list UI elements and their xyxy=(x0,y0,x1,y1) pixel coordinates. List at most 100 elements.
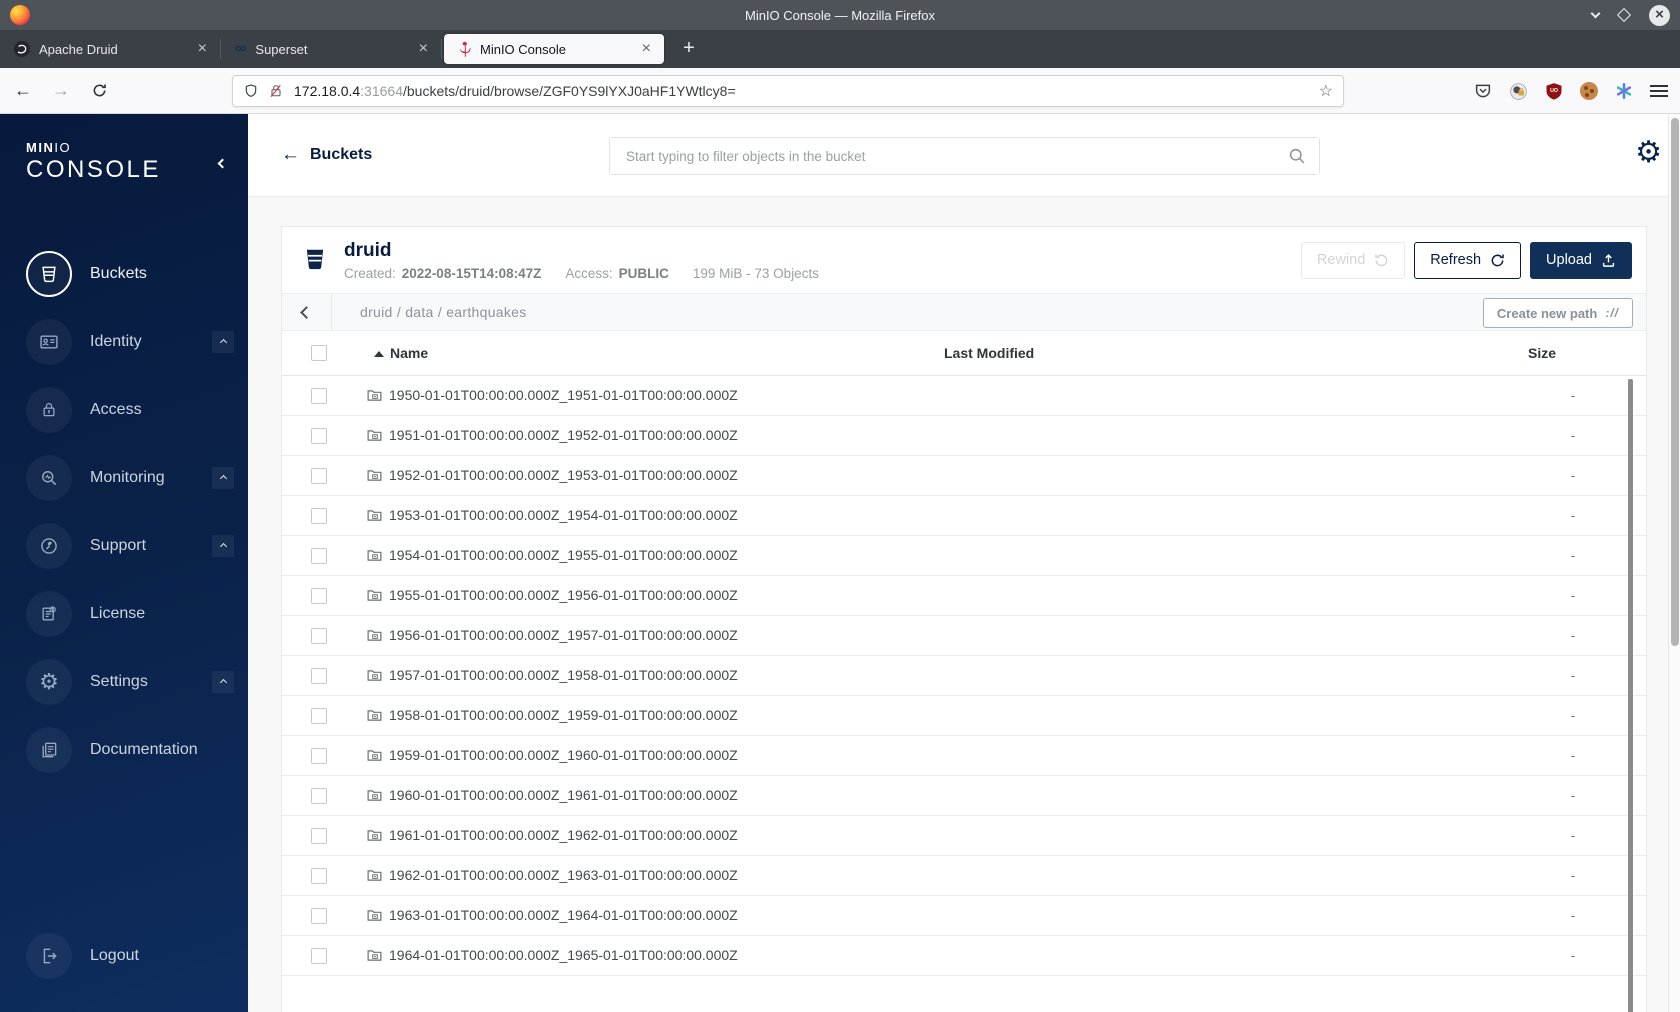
back-to-buckets-link[interactable]: ← Buckets xyxy=(281,144,372,166)
table-scrollbar[interactable] xyxy=(1628,379,1633,1012)
row-checkbox[interactable] xyxy=(311,627,327,644)
forward-button[interactable]: → xyxy=(46,76,76,106)
sidebar-item-settings[interactable]: ⚙ Settings xyxy=(0,648,248,716)
table-row[interactable]: 1950-01-01T00:00:00.000Z_1951-01-01T00:0… xyxy=(282,376,1646,416)
table-row[interactable]: 1958-01-01T00:00:00.000Z_1959-01-01T00:0… xyxy=(282,696,1646,736)
breadcrumb[interactable]: druid / data / earthquakes xyxy=(360,304,527,320)
row-checkbox[interactable] xyxy=(311,707,327,724)
tab-close-icon[interactable]: × xyxy=(416,40,431,58)
insecure-lock-icon[interactable] xyxy=(268,83,284,99)
sidebar-item-documentation[interactable]: Documentation xyxy=(0,716,248,784)
row-checkbox[interactable] xyxy=(311,947,327,964)
url-bar[interactable]: 172.18.0.4:31664/buckets/druid/browse/ZG… xyxy=(232,75,1344,107)
column-header-size[interactable]: Size xyxy=(1528,345,1556,361)
row-checkbox[interactable] xyxy=(311,467,327,484)
object-name[interactable]: 1962-01-01T00:00:00.000Z_1963-01-01T00:0… xyxy=(389,867,738,883)
select-all-checkbox[interactable] xyxy=(311,345,327,361)
tab-close-icon[interactable]: × xyxy=(195,40,210,58)
upload-button[interactable]: Upload xyxy=(1530,241,1632,279)
chevron-up-icon[interactable] xyxy=(212,331,234,353)
table-row[interactable]: 1956-01-01T00:00:00.000Z_1957-01-01T00:0… xyxy=(282,616,1646,656)
page-scrollbar[interactable] xyxy=(1668,114,1680,1012)
tab-superset[interactable]: ∞ Superset × xyxy=(221,30,441,68)
object-name[interactable]: 1952-01-01T00:00:00.000Z_1953-01-01T00:0… xyxy=(389,467,738,483)
row-checkbox[interactable] xyxy=(311,787,327,804)
sidebar-item-logout[interactable]: Logout xyxy=(0,922,248,990)
object-name[interactable]: 1959-01-01T00:00:00.000Z_1960-01-01T00:0… xyxy=(389,747,738,763)
table-row[interactable]: 1959-01-01T00:00:00.000Z_1960-01-01T00:0… xyxy=(282,736,1646,776)
object-name[interactable]: 1961-01-01T00:00:00.000Z_1962-01-01T00:0… xyxy=(389,827,738,843)
row-checkbox[interactable] xyxy=(311,587,327,604)
object-name[interactable]: 1956-01-01T00:00:00.000Z_1957-01-01T00:0… xyxy=(389,627,738,643)
object-name[interactable]: 1953-01-01T00:00:00.000Z_1954-01-01T00:0… xyxy=(389,507,738,523)
table-row[interactable]: 1953-01-01T00:00:00.000Z_1954-01-01T00:0… xyxy=(282,496,1646,536)
object-name[interactable]: 1955-01-01T00:00:00.000Z_1956-01-01T00:0… xyxy=(389,587,738,603)
sidebar-item-access[interactable]: Access xyxy=(0,376,248,444)
chevron-up-icon[interactable] xyxy=(212,671,234,693)
object-name[interactable]: 1954-01-01T00:00:00.000Z_1955-01-01T00:0… xyxy=(389,547,738,563)
sidebar-item-buckets[interactable]: Buckets xyxy=(0,240,248,308)
row-checkbox[interactable] xyxy=(311,907,327,924)
table-row[interactable]: 1964-01-01T00:00:00.000Z_1965-01-01T00:0… xyxy=(282,936,1646,976)
table-row[interactable]: 1963-01-01T00:00:00.000Z_1964-01-01T00:0… xyxy=(282,896,1646,936)
search-input[interactable] xyxy=(610,138,1319,174)
row-checkbox[interactable] xyxy=(311,387,327,404)
pocket-icon[interactable] xyxy=(1474,82,1492,100)
table-row[interactable]: 1954-01-01T00:00:00.000Z_1955-01-01T00:0… xyxy=(282,536,1646,576)
back-button[interactable]: ← xyxy=(8,76,38,106)
table-row[interactable]: 1951-01-01T00:00:00.000Z_1952-01-01T00:0… xyxy=(282,416,1646,456)
tab-minio-console[interactable]: MinIO Console × xyxy=(444,34,664,64)
column-header-name[interactable]: Name xyxy=(390,345,428,361)
sidebar-item-license[interactable]: License xyxy=(0,580,248,648)
privacy-badge-icon[interactable] xyxy=(1509,82,1528,101)
sidebar-item-monitoring[interactable]: Monitoring xyxy=(0,444,248,512)
menu-icon[interactable] xyxy=(1650,85,1668,97)
refresh-button[interactable]: Refresh xyxy=(1414,241,1522,279)
cookie-icon[interactable] xyxy=(1580,82,1598,100)
object-name[interactable]: 1964-01-01T00:00:00.000Z_1965-01-01T00:0… xyxy=(389,947,738,963)
object-name[interactable]: 1951-01-01T00:00:00.000Z_1952-01-01T00:0… xyxy=(389,427,738,443)
ublock-icon[interactable]: UO xyxy=(1545,82,1563,100)
row-checkbox[interactable] xyxy=(311,507,327,524)
sidebar-item-support[interactable]: Support xyxy=(0,512,248,580)
folder-icon xyxy=(366,747,383,769)
page-scrollbar-thumb[interactable] xyxy=(1671,118,1679,646)
tab-close-icon[interactable]: × xyxy=(639,40,654,58)
sidebar-item-identity[interactable]: Identity xyxy=(0,308,248,376)
new-tab-button[interactable]: + xyxy=(674,34,704,64)
reload-button[interactable] xyxy=(84,76,114,106)
table-row[interactable]: 1952-01-01T00:00:00.000Z_1953-01-01T00:0… xyxy=(282,456,1646,496)
console-settings-gear-icon[interactable]: ⚙ xyxy=(1635,138,1662,168)
rewind-button[interactable]: Rewind xyxy=(1300,241,1406,279)
object-name[interactable]: 1957-01-01T00:00:00.000Z_1958-01-01T00:0… xyxy=(389,667,738,683)
chevron-up-icon[interactable] xyxy=(212,467,234,489)
row-checkbox[interactable] xyxy=(311,867,327,884)
table-row[interactable]: 1962-01-01T00:00:00.000Z_1963-01-01T00:0… xyxy=(282,856,1646,896)
window-minimize-button[interactable] xyxy=(1590,4,1601,22)
path-back-button[interactable] xyxy=(282,294,332,330)
row-checkbox[interactable] xyxy=(311,827,327,844)
table-row[interactable]: 1960-01-01T00:00:00.000Z_1961-01-01T00:0… xyxy=(282,776,1646,816)
chevron-up-icon[interactable] xyxy=(212,535,234,557)
tab-apache-druid[interactable]: Apache Druid × xyxy=(0,30,220,68)
sort-ascending-icon[interactable] xyxy=(374,351,384,357)
column-header-last-modified[interactable]: Last Modified xyxy=(944,345,1034,361)
row-checkbox[interactable] xyxy=(311,667,327,684)
object-name[interactable]: 1950-01-01T00:00:00.000Z_1951-01-01T00:0… xyxy=(389,387,738,403)
create-new-path-button[interactable]: Create new path :// xyxy=(1482,298,1633,328)
table-row[interactable]: 1957-01-01T00:00:00.000Z_1958-01-01T00:0… xyxy=(282,656,1646,696)
row-checkbox[interactable] xyxy=(311,427,327,444)
object-name[interactable]: 1963-01-01T00:00:00.000Z_1964-01-01T00:0… xyxy=(389,907,738,923)
table-row[interactable]: 1961-01-01T00:00:00.000Z_1962-01-01T00:0… xyxy=(282,816,1646,856)
bookmark-star-icon[interactable]: ☆ xyxy=(1319,81,1333,101)
object-name[interactable]: 1960-01-01T00:00:00.000Z_1961-01-01T00:0… xyxy=(389,787,738,803)
table-row[interactable]: 1955-01-01T00:00:00.000Z_1956-01-01T00:0… xyxy=(282,576,1646,616)
window-close-button[interactable]: × xyxy=(1649,4,1670,26)
row-checkbox[interactable] xyxy=(311,747,327,764)
sidebar-collapse-icon[interactable] xyxy=(217,154,228,172)
tracking-shield-icon[interactable] xyxy=(243,83,259,99)
sparkle-icon[interactable] xyxy=(1615,82,1633,100)
window-maximize-button[interactable] xyxy=(1616,7,1632,23)
row-checkbox[interactable] xyxy=(311,547,327,564)
object-name[interactable]: 1958-01-01T00:00:00.000Z_1959-01-01T00:0… xyxy=(389,707,738,723)
